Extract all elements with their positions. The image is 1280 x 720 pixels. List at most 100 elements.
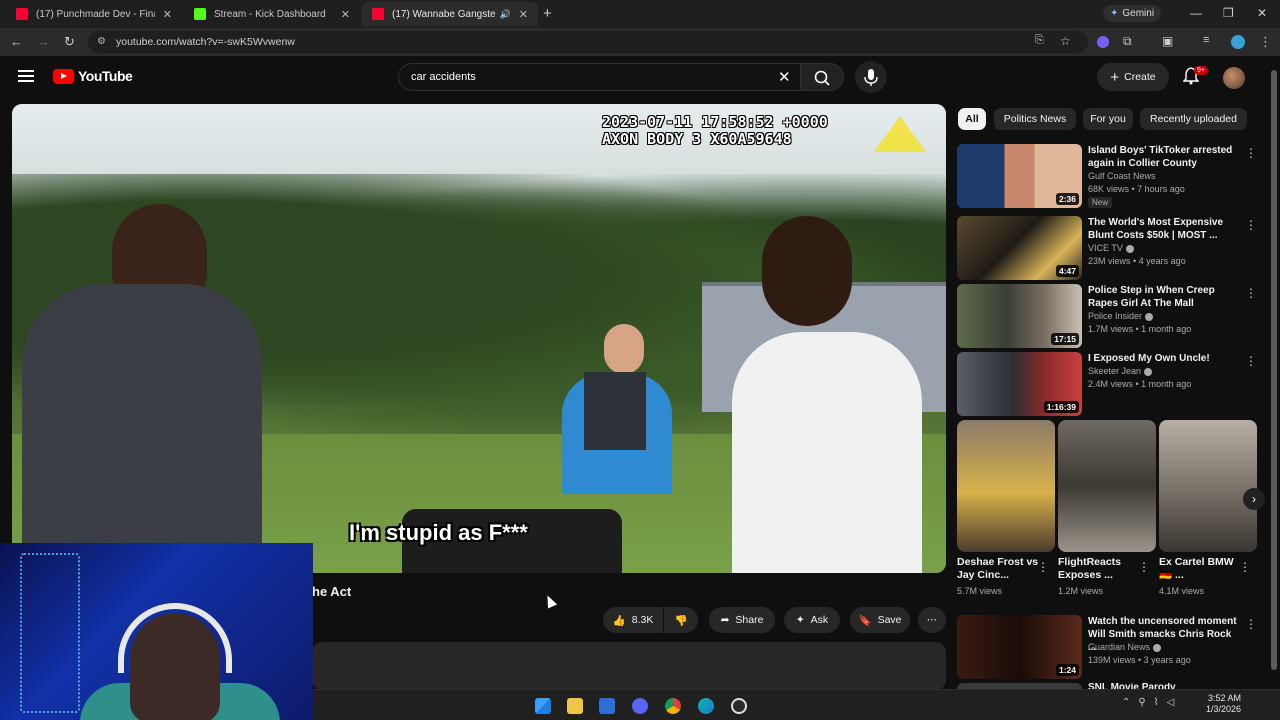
ask-button[interactable]: ✦ Ask [784, 607, 840, 633]
tab-close-icon[interactable]: ✕ [163, 8, 172, 21]
search-input[interactable]: car accidents [398, 63, 804, 91]
channel-name-text: Guardian News [1088, 642, 1151, 652]
account-avatar[interactable] [1223, 67, 1245, 89]
more-actions-button[interactable]: ⋯ [918, 607, 946, 633]
recommended-video[interactable]: 1:16:39 I Exposed My Own Uncle! Skeeter … [957, 352, 1257, 416]
short-video[interactable]: Deshae Frost vs Jay Cinc... 5.7M views ⋮ [957, 420, 1055, 596]
short-thumbnail[interactable] [957, 420, 1055, 552]
profile-icon[interactable] [1231, 35, 1245, 49]
sidebar-panel-icon[interactable]: ▣ [1162, 34, 1173, 48]
recommended-video[interactable]: 1:24 Watch the uncensored moment Will Sm… [957, 615, 1257, 679]
edge-icon[interactable] [698, 698, 714, 714]
extensions-puzzle-icon[interactable]: ⧉ [1123, 34, 1132, 49]
more-vertical-icon[interactable]: ⋮ [1239, 560, 1251, 574]
recommended-video-title[interactable]: Police Step in When Creep Rapes Girl At … [1088, 284, 1238, 310]
store-icon[interactable] [599, 698, 615, 714]
shorts-next-chevron-icon[interactable]: › [1243, 488, 1265, 510]
tab-title: Stream - Kick Dashboard [214, 8, 326, 20]
save-button[interactable]: 🔖 Save [850, 607, 910, 633]
install-app-icon[interactable]: ⎘ [1035, 34, 1044, 47]
gemini-button[interactable]: ✦ Gemini [1103, 5, 1162, 22]
recommended-video-title[interactable]: The World's Most Expensive Blunt Costs $… [1088, 216, 1238, 242]
video-player[interactable]: 2023-07-11 17:58:52 +0000 AXON BODY 3 X6… [12, 104, 946, 573]
more-vertical-icon[interactable]: ⋮ [1245, 286, 1257, 300]
forward-arrow-icon[interactable]: → [37, 34, 50, 49]
new-tab-button[interactable]: + [543, 5, 552, 22]
recommended-video[interactable]: 17:15 Police Step in When Creep Rapes Gi… [957, 284, 1257, 348]
short-video[interactable]: FlightReacts Exposes ... 1.2M views ⋮ [1058, 420, 1156, 596]
system-tray-icons[interactable]: ⌃⚲⌇◁ [1122, 697, 1182, 708]
more-vertical-icon[interactable]: ⋮ [1037, 560, 1049, 574]
create-button[interactable]: + Create [1097, 63, 1169, 91]
duration-badge: 2:36 [1055, 193, 1079, 205]
channel-name[interactable]: Gulf Coast News [1088, 171, 1156, 181]
more-vertical-icon[interactable]: ⋮ [1245, 146, 1257, 160]
search-button[interactable] [800, 63, 844, 91]
more-vertical-icon[interactable]: ⋮ [1245, 617, 1257, 631]
tab-close-icon[interactable]: ✕ [341, 8, 350, 21]
browser-tab-wannabe-gangsters[interactable]: (17) Wannabe Gangsters Ca 🔊 ✕ [362, 2, 538, 26]
like-button[interactable]: 👍 8.3K [603, 607, 663, 633]
browser-menu-icon[interactable]: ⋮ [1259, 34, 1272, 50]
recommended-video[interactable]: 4:47 The World's Most Expensive Blunt Co… [957, 216, 1257, 280]
description-box[interactable] [312, 642, 946, 690]
recommended-video-title[interactable]: Island Boys' TikToker arrested again in … [1088, 144, 1238, 170]
short-title[interactable]: FlightReacts Exposes ... [1058, 556, 1142, 582]
recommended-video-title[interactable]: I Exposed My Own Uncle! [1088, 352, 1238, 365]
restore-icon[interactable]: ❐ [1223, 6, 1234, 20]
chip-for-you[interactable]: For you [1083, 108, 1133, 130]
video-meta: 1.7M views • 1 month ago [1088, 324, 1192, 334]
site-info-icon[interactable]: ⚙ [97, 36, 106, 47]
extension-icon[interactable] [1097, 36, 1109, 48]
more-vertical-icon[interactable]: ⋮ [1245, 354, 1257, 368]
reload-icon[interactable]: ↻ [64, 34, 75, 50]
page-scrollbar[interactable] [1270, 64, 1278, 686]
window-close-icon[interactable]: ✕ [1257, 6, 1267, 20]
back-arrow-icon[interactable]: ← [10, 34, 23, 49]
share-button[interactable]: ➦ Share [709, 607, 775, 633]
more-vertical-icon[interactable]: ⋮ [1138, 560, 1150, 574]
bodycam-timestamp-line2: AXON BODY 3 X60A59648 [602, 130, 792, 148]
taskbar-clock[interactable]: 3:52 AM 1/3/2026 [1206, 693, 1241, 715]
file-explorer-icon[interactable] [567, 698, 583, 714]
short-video[interactable]: Ex Cartel BMW 🇩🇪 ... 4.1M views ⋮ [1159, 420, 1257, 596]
recommended-video[interactable]: 2:36 Island Boys' TikToker arrested agai… [957, 144, 1257, 208]
clear-search-icon[interactable]: ✕ [778, 68, 791, 86]
channel-name[interactable]: VICE TV [1088, 243, 1134, 253]
app-icon[interactable] [731, 698, 747, 714]
video-thumbnail[interactable]: 2:36 [957, 144, 1082, 208]
minimize-icon[interactable]: — [1190, 6, 1202, 20]
hamburger-menu-icon[interactable] [18, 70, 34, 82]
browser-tab-kick[interactable]: Stream - Kick Dashboard ✕ [184, 2, 360, 26]
chip-recently-uploaded[interactable]: Recently uploaded [1140, 108, 1247, 130]
scrollbar-thumb[interactable] [1271, 70, 1277, 670]
media-controls-icon[interactable]: ≡ [1203, 34, 1209, 46]
video-thumbnail[interactable]: 4:47 [957, 216, 1082, 280]
chrome-icon[interactable] [665, 698, 681, 714]
streamer-webcam-overlay [0, 543, 313, 720]
notification-count-badge: 9+ [1194, 66, 1208, 75]
youtube-logo[interactable]: YouTube [53, 68, 133, 84]
video-thumbnail[interactable]: 1:24 [957, 615, 1082, 679]
browser-tab-punchmade[interactable]: (17) Punchmade Dev - Financia ✕ [6, 2, 182, 26]
bookmark-star-icon[interactable]: ☆ [1060, 34, 1071, 48]
video-thumbnail[interactable]: 1:16:39 [957, 352, 1082, 416]
channel-name[interactable]: Police Insider [1088, 311, 1154, 321]
address-bar[interactable]: ⚙ youtube.com/watch?v=-swK5Wvwenw [88, 31, 1088, 53]
windows-start-icon[interactable] [535, 698, 551, 714]
short-thumbnail[interactable] [1159, 420, 1257, 552]
discord-icon[interactable] [632, 698, 648, 714]
chip-all[interactable]: All [958, 108, 986, 130]
dislike-button[interactable]: 👎 [664, 607, 698, 633]
channel-name[interactable]: Guardian News [1088, 642, 1162, 652]
more-vertical-icon[interactable]: ⋮ [1245, 218, 1257, 232]
voice-search-button[interactable] [855, 61, 887, 93]
channel-name[interactable]: Skeeter Jean [1088, 366, 1153, 376]
short-thumbnail[interactable] [1058, 420, 1156, 552]
tab-close-icon[interactable]: ✕ [519, 8, 528, 21]
short-title[interactable]: Deshae Frost vs Jay Cinc... [957, 556, 1041, 582]
short-title[interactable]: Ex Cartel BMW 🇩🇪 ... [1159, 556, 1243, 582]
audio-playing-icon[interactable]: 🔊 [500, 9, 511, 20]
chip-politics-news[interactable]: Politics News [994, 108, 1076, 130]
video-thumbnail[interactable]: 17:15 [957, 284, 1082, 348]
